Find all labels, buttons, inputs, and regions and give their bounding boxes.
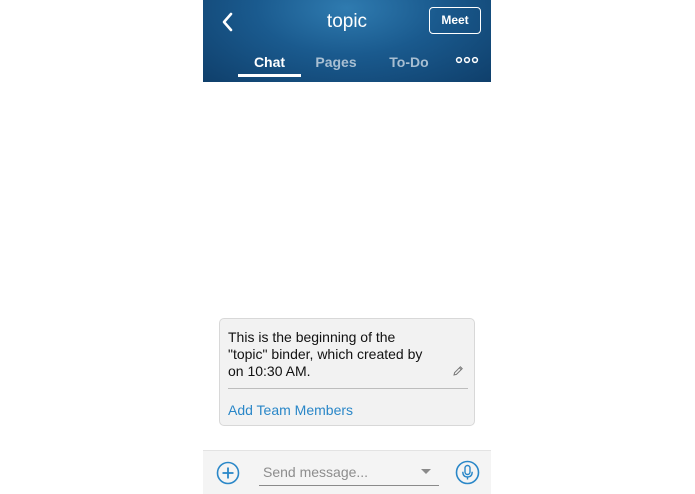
tab-bar: Chat Pages To-Do	[203, 48, 491, 82]
chevron-left-icon	[222, 12, 233, 32]
chevron-down-icon[interactable]	[421, 469, 431, 474]
tab-todo[interactable]: To-Do	[383, 52, 435, 72]
message-composer	[203, 450, 491, 494]
pencil-icon[interactable]	[452, 365, 464, 377]
intro-line-1: This is the beginning of the	[228, 329, 396, 345]
card-divider	[228, 388, 468, 389]
page-title: topic	[326, 11, 368, 32]
intro-line-3: on 10:30 AM.	[228, 363, 311, 379]
active-tab-indicator	[238, 74, 301, 77]
add-team-members-link[interactable]: Add Team Members	[228, 401, 353, 419]
header-bar: topic Meet Chat Pages To-Do	[203, 0, 491, 82]
microphone-icon[interactable]	[455, 460, 480, 485]
tab-chat[interactable]: Chat	[238, 52, 301, 72]
app-window: topic Meet Chat Pages To-Do This is the …	[203, 0, 491, 494]
binder-intro-text: This is the beginning of the "topic" bin…	[228, 329, 454, 380]
plus-circle-icon[interactable]	[216, 461, 240, 485]
more-dots-icon	[455, 56, 479, 64]
meet-button[interactable]: Meet	[429, 7, 481, 34]
intro-line-2: "topic" binder, which created by	[228, 346, 423, 362]
message-input[interactable]	[263, 461, 413, 483]
more-tabs-button[interactable]	[453, 50, 481, 75]
tab-pages[interactable]: Pages	[311, 52, 361, 72]
message-input-wrapper	[259, 461, 439, 486]
binder-intro-card: This is the beginning of the "topic" bin…	[219, 318, 475, 426]
back-button[interactable]	[217, 8, 237, 36]
